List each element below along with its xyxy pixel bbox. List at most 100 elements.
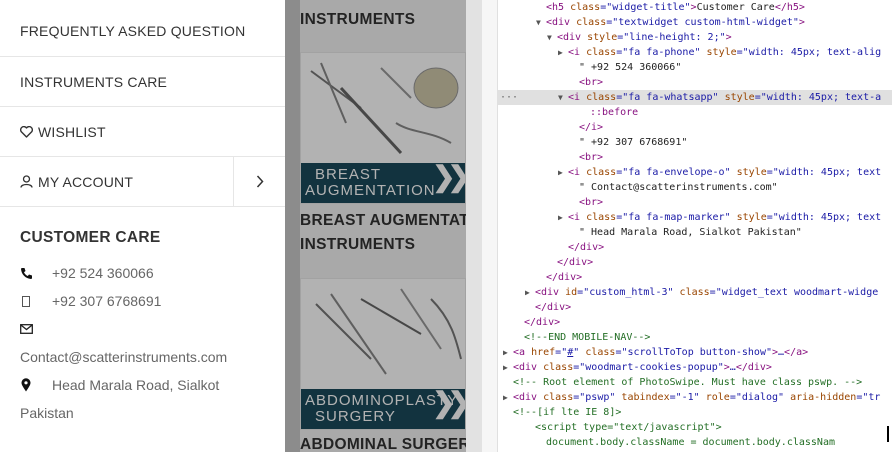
phone-link[interactable]: +92 524 360066 xyxy=(52,265,154,281)
dom-node-line[interactable]: </i> xyxy=(498,120,892,135)
dom-node-source: <div class="textwidget custom-html-widge… xyxy=(546,17,805,28)
node-actions-ellipsis[interactable]: ··· xyxy=(500,90,518,105)
devtools-elements-panel: <h5 class="widget-title">Customer Care</… xyxy=(482,0,892,452)
heart-icon xyxy=(20,125,38,138)
dom-node-line[interactable]: </div> xyxy=(498,240,892,255)
whatsapp-line: +92 307 6768691 xyxy=(0,287,285,315)
chevron-right-icon xyxy=(256,175,264,188)
customer-care-heading: CUSTOMER CARE xyxy=(20,229,161,246)
dom-node-line[interactable]: <!-- Root element of PhotoSwipe. Must ha… xyxy=(498,375,892,390)
dom-node-line[interactable]: ▶ <i class="fa fa-map-marker" style="widt… xyxy=(498,210,892,225)
menu-item-faq[interactable]: FREQUENTLY ASKED QUESTION xyxy=(0,0,285,57)
address-text-line1: Head Marala Road, Sialkot xyxy=(52,377,220,393)
dom-node-line[interactable]: document.body.className = document.body.… xyxy=(498,435,892,450)
expand-triangle-down-icon[interactable]: ▼ xyxy=(536,15,541,30)
dom-node-line[interactable]: ▶ <div class="pswp" tabindex="-1" role="d… xyxy=(498,390,892,405)
dom-node-source: </div> xyxy=(557,257,594,268)
menu-item-label: WISHLIST xyxy=(38,123,106,140)
dom-node-source: ::before xyxy=(590,107,639,118)
expand-triangle-right-icon[interactable]: ▶ xyxy=(525,285,530,300)
dom-node-source: <a href="#" class="scrollToTop button-sh… xyxy=(513,347,809,358)
expand-triangle-right-icon[interactable]: ▶ xyxy=(558,210,563,225)
dom-node-line[interactable]: ▶ <a href="#" class="scrollToTop button-s… xyxy=(498,345,892,360)
dom-node-line[interactable]: " +92 524 360066" xyxy=(498,60,892,75)
dom-node-line[interactable]: ▼ <div class="textwidget custom-html-widg… xyxy=(498,15,892,30)
dom-node-source: " Head Marala Road, Sialkot Pakistan" xyxy=(579,227,802,238)
submenu-toggle-button[interactable] xyxy=(233,157,285,206)
envelope-icon xyxy=(0,324,52,334)
expand-triangle-right-icon[interactable]: ▶ xyxy=(503,360,508,375)
dom-node-source: <!--END MOBILE-NAV--> xyxy=(524,332,651,343)
dom-node-line[interactable]: <script type="text/javascript"> xyxy=(498,420,892,435)
dom-node-line[interactable]: </div> xyxy=(498,255,892,270)
dom-node-source: <br> xyxy=(579,197,604,208)
dom-node-line[interactable]: </div> xyxy=(498,270,892,285)
map-marker-icon xyxy=(0,378,52,392)
whatsapp-link[interactable]: +92 307 6768691 xyxy=(52,293,161,309)
whatsapp-icon xyxy=(0,295,52,307)
dom-node-source: <h5 class="widget-title">Customer Care</… xyxy=(546,2,805,13)
expand-triangle-down-icon[interactable]: ▼ xyxy=(558,90,563,105)
dom-node-source: <br> xyxy=(579,152,604,163)
dom-node-line[interactable]: ▶ <div class="woodmart-cookies-popup">…</… xyxy=(498,360,892,375)
expand-triangle-right-icon[interactable]: ▶ xyxy=(503,345,508,360)
menu-item-label: FREQUENTLY ASKED QUESTION xyxy=(20,23,246,39)
mobile-nav-panel: FREQUENTLY ASKED QUESTION INSTRUMENTS CA… xyxy=(0,0,285,452)
dom-node-source: <div class="pswp" tabindex="-1" role="di… xyxy=(513,392,881,403)
menu-item-wishlist[interactable]: WISHLIST xyxy=(0,107,285,157)
address-line: Head Marala Road, Sialkot xyxy=(0,371,285,399)
dom-node-line[interactable]: " Contact@scatterinstruments.com" xyxy=(498,180,892,195)
dom-node-line[interactable]: ▶ <div id="custom_html-3" class="widget_t… xyxy=(498,285,892,300)
phone-line: +92 524 360066 xyxy=(0,259,285,287)
menu-item-instruments-care[interactable]: INSTRUMENTS CARE xyxy=(0,57,285,107)
dom-node-source: <div class="woodmart-cookies-popup">…</d… xyxy=(513,362,772,373)
user-icon xyxy=(20,175,38,188)
dom-node-line[interactable]: </div> xyxy=(498,300,892,315)
expand-triangle-right-icon[interactable]: ▶ xyxy=(558,45,563,60)
email-icon-line xyxy=(0,315,285,343)
dom-node-line[interactable]: ▶ <i class="fa fa-envelope-o" style="widt… xyxy=(498,165,892,180)
dom-node-line[interactable]: <br> xyxy=(498,150,892,165)
dom-node-source: </div> xyxy=(535,302,572,313)
expand-triangle-right-icon[interactable]: ▶ xyxy=(503,390,508,405)
dom-node-line[interactable]: <!--[if lte IE 8]> xyxy=(498,405,892,420)
dom-node-line[interactable]: ▶ <i class="fa fa-phone" style="width: 45… xyxy=(498,45,892,60)
dom-node-source: </div> xyxy=(524,317,561,328)
dom-node-line[interactable]: <br> xyxy=(498,195,892,210)
dom-node-source: <script type="text/javascript"> xyxy=(535,422,722,433)
menu-item-label: INSTRUMENTS CARE xyxy=(20,73,168,90)
dom-node-line[interactable]: </div> xyxy=(498,315,892,330)
email-link[interactable]: Contact@scatterinstruments.com xyxy=(0,343,285,371)
expand-triangle-down-icon[interactable]: ▼ xyxy=(547,30,552,45)
dom-node-source: </div> xyxy=(546,272,583,283)
phone-icon xyxy=(0,267,52,280)
dom-node-line[interactable]: ··· ▼ <i class="fa fa-whatsapp" style="wid… xyxy=(498,90,892,105)
text-cursor xyxy=(887,426,889,442)
dom-node-line[interactable]: <!--END MOBILE-NAV--> xyxy=(498,330,892,345)
dom-node-line[interactable]: " +92 307 6768691" xyxy=(498,135,892,150)
menu-item-label: MY ACCOUNT xyxy=(38,173,134,190)
dom-node-source: </i> xyxy=(579,122,604,133)
dom-node-source: <!--[if lte IE 8]> xyxy=(513,407,622,418)
devtools-gutter xyxy=(482,0,498,452)
dom-node-line[interactable]: " Head Marala Road, Sialkot Pakistan" xyxy=(498,225,892,240)
dom-node-source: <br> xyxy=(579,77,604,88)
dom-node-line[interactable]: <h5 class="widget-title">Customer Care</… xyxy=(498,0,892,15)
dom-node-line[interactable]: ▼ <div style="line-height: 2;"> xyxy=(498,30,892,45)
dom-node-source: <div style="line-height: 2;"> xyxy=(557,32,732,43)
dom-node-source: " +92 524 360066" xyxy=(579,62,682,73)
dom-node-source: <!-- Root element of PhotoSwipe. Must ha… xyxy=(513,377,863,388)
dom-node-source: <i class="fa fa-envelope-o" style="width… xyxy=(568,167,882,178)
dim-overlay[interactable] xyxy=(285,0,482,452)
dom-node-source: document.body.className = document.body.… xyxy=(546,437,835,448)
dom-node-line[interactable]: ::before xyxy=(498,105,892,120)
dom-node-source: <i class="fa fa-whatsapp" style="width: … xyxy=(568,92,882,103)
menu-item-my-account[interactable]: MY ACCOUNT xyxy=(0,157,285,207)
dom-node-line[interactable]: <br> xyxy=(498,75,892,90)
expand-triangle-right-icon[interactable]: ▶ xyxy=(558,165,563,180)
dom-node-source: <i class="fa fa-phone" style="width: 45p… xyxy=(568,47,882,58)
dom-node-source: <div id="custom_html-3" class="widget_te… xyxy=(535,287,879,298)
dom-node-source: <i class="fa fa-map-marker" style="width… xyxy=(568,212,882,223)
dom-node-source: " +92 307 6768691" xyxy=(579,137,688,148)
dom-node-source: " Contact@scatterinstruments.com" xyxy=(579,182,778,193)
